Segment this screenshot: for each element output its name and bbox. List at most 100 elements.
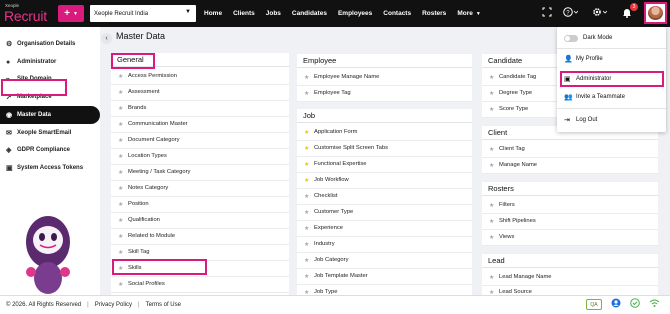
star-icon[interactable]: ★ [304, 257, 314, 264]
star-icon[interactable]: ★ [304, 209, 314, 216]
list-item[interactable]: ★ Qualification [111, 213, 289, 229]
star-icon[interactable]: ★ [489, 90, 499, 97]
star-icon[interactable]: ★ [118, 185, 128, 192]
star-icon[interactable]: ★ [118, 105, 128, 112]
star-icon[interactable]: ★ [304, 129, 314, 136]
star-icon[interactable]: ★ [489, 218, 499, 225]
star-icon[interactable]: ★ [118, 233, 128, 240]
list-item[interactable]: ★ Customer Type [297, 205, 472, 221]
list-item[interactable]: ★ Communication Master [111, 117, 289, 133]
list-item[interactable]: ★ Position [111, 197, 289, 213]
nav-contacts[interactable]: Contacts [383, 10, 411, 17]
list-item[interactable]: ★ Location Types [111, 149, 289, 165]
star-icon[interactable]: ★ [489, 106, 499, 113]
star-icon[interactable]: ★ [304, 90, 314, 97]
check-circle-icon[interactable] [630, 298, 640, 310]
help-icon[interactable]: ? [563, 7, 579, 21]
nav-home[interactable]: Home [204, 10, 222, 17]
nav-jobs[interactable]: Jobs [266, 10, 281, 17]
nav-candidates[interactable]: Candidates [292, 10, 327, 17]
sidebar-item-gdpr[interactable]: ◈ GDPR Compliance [0, 141, 100, 159]
list-item[interactable]: ★ Checklist [297, 189, 472, 205]
star-icon[interactable]: ★ [489, 74, 499, 81]
list-item[interactable]: ★ Social Profiles [111, 277, 289, 293]
list-item[interactable]: ★ Related to Module [111, 229, 289, 245]
nav-rosters[interactable]: Rosters [422, 10, 446, 17]
star-icon[interactable]: ★ [118, 201, 128, 208]
star-icon[interactable]: ★ [489, 274, 499, 281]
star-icon[interactable]: ★ [118, 153, 128, 160]
list-item[interactable]: ★ Job Workflow [297, 173, 472, 189]
star-icon[interactable]: ★ [304, 225, 314, 232]
star-icon[interactable]: ★ [304, 74, 314, 81]
list-item[interactable]: ★ Client Tag [482, 142, 658, 158]
star-icon[interactable]: ★ [304, 193, 314, 200]
privacy-policy-link[interactable]: Privacy Policy [95, 302, 132, 308]
master-data-highlight [1, 79, 67, 96]
star-icon[interactable]: ★ [304, 273, 314, 280]
settings-icon[interactable] [592, 7, 608, 21]
list-item[interactable]: ★ Assessment [111, 85, 289, 101]
logo[interactable]: Xeople Recruit [4, 3, 54, 24]
list-item[interactable]: ★ Document Category [111, 133, 289, 149]
list-item[interactable]: ★ Access Permission [111, 69, 289, 85]
list-item[interactable]: ★ Lead Manage Name [482, 270, 658, 286]
nav-employees[interactable]: Employees [338, 10, 372, 17]
star-icon[interactable]: ★ [118, 265, 128, 272]
list-item[interactable]: ★ Industry [297, 237, 472, 253]
star-icon[interactable]: ★ [118, 89, 128, 96]
star-icon[interactable]: ★ [118, 217, 128, 224]
toggle-switch[interactable] [564, 34, 578, 42]
list-item[interactable]: ★ Job Template Master [297, 269, 472, 285]
list-item[interactable]: ★ Customise Split Screen Tabs [297, 141, 472, 157]
employee-card-title: Employee [297, 54, 472, 68]
list-item[interactable]: ★ Brands [111, 101, 289, 117]
star-icon[interactable]: ★ [118, 137, 128, 144]
quick-add-button[interactable]: + ▼ [58, 5, 84, 22]
tenant-select[interactable]: Xeople Recruit India ▼ [90, 5, 196, 22]
terms-of-use-link[interactable]: Terms of Use [146, 302, 181, 308]
nav-clients[interactable]: Clients [233, 10, 255, 17]
star-icon[interactable]: ★ [489, 234, 499, 241]
list-item[interactable]: ★ Skill Tag [111, 245, 289, 261]
dark-mode-toggle[interactable]: Dark Mode [557, 31, 666, 45]
list-item[interactable]: ★ Shift Pipelines [482, 214, 658, 230]
sidebar-item-administrator[interactable]: ● Administrator [0, 53, 100, 71]
star-icon[interactable]: ★ [304, 241, 314, 248]
list-item[interactable]: ★ Functional Expertise [297, 157, 472, 173]
list-item[interactable]: ★ Job Category [297, 253, 472, 269]
star-icon[interactable]: ★ [304, 161, 314, 168]
fullscreen-icon[interactable] [542, 7, 552, 21]
menu-item-invite-teammate[interactable]: 👥 Invite a Teammate [557, 90, 666, 104]
menu-item-log-out[interactable]: ⇥ Log Out [557, 113, 666, 127]
star-icon[interactable]: ★ [489, 162, 499, 169]
list-item[interactable]: ★ Views [482, 230, 658, 246]
list-item[interactable]: ★ Experience [297, 221, 472, 237]
user-circle-icon[interactable] [611, 298, 621, 310]
star-icon[interactable]: ★ [118, 73, 128, 80]
menu-item-my-profile[interactable]: 👤 My Profile [557, 52, 666, 66]
list-item[interactable]: ★ Notes Category [111, 181, 289, 197]
sidebar-item-access-tokens[interactable]: ▣ System Access Tokens [0, 159, 100, 177]
sidebar-item-master-data[interactable]: ◉ Master Data [0, 106, 100, 124]
nav-more[interactable]: More ▼ [457, 10, 480, 17]
star-icon[interactable]: ★ [118, 281, 128, 288]
star-icon[interactable]: ★ [118, 121, 128, 128]
list-item[interactable]: ★ Meeting / Task Category [111, 165, 289, 181]
star-icon[interactable]: ★ [118, 169, 128, 176]
list-item[interactable]: ★ Application Form [297, 125, 472, 141]
list-item[interactable]: ★ Employee Manage Name [297, 70, 472, 86]
list-item[interactable]: ★ Employee Tag [297, 86, 472, 102]
user-avatar[interactable] [644, 2, 667, 24]
list-item[interactable]: ★ Filters [482, 198, 658, 214]
star-icon[interactable]: ★ [304, 177, 314, 184]
star-icon[interactable]: ★ [304, 145, 314, 152]
list-item-skills[interactable]: ★ Skills [111, 261, 289, 277]
star-icon[interactable]: ★ [489, 146, 499, 153]
star-icon[interactable]: ★ [489, 202, 499, 209]
sidebar-item-smartemail[interactable]: ✉ Xeople SmartEmail [0, 124, 100, 142]
sidebar-item-organisation-details[interactable]: ⚙ Organisation Details [0, 35, 100, 53]
list-item[interactable]: ★ Manage Name [482, 158, 658, 174]
star-icon[interactable]: ★ [118, 249, 128, 256]
collapse-sidebar-button[interactable]: ‹ [101, 33, 112, 44]
